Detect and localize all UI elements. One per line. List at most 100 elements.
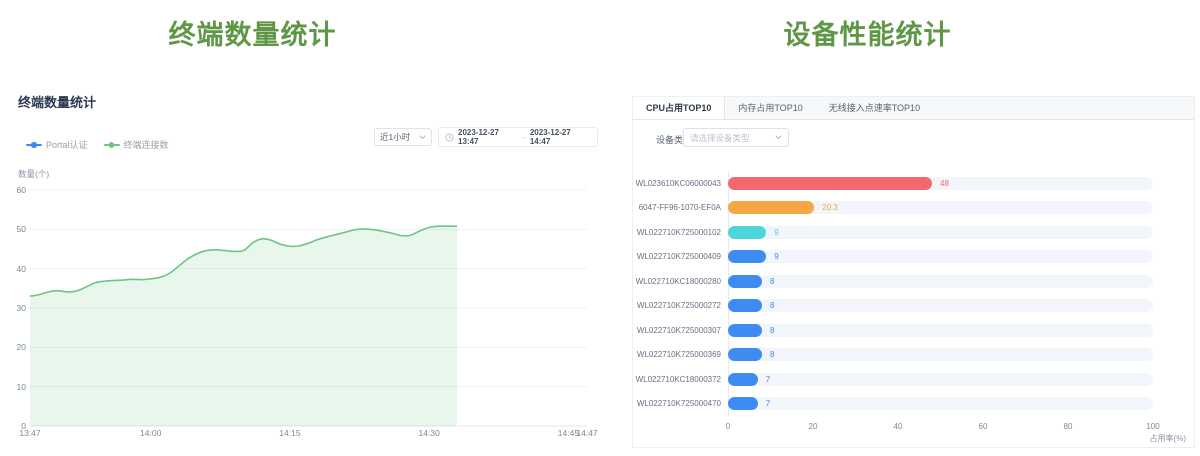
device-name: WL022710K725000409 <box>633 252 721 261</box>
bar <box>728 201 814 214</box>
x-axis-tick: 20 <box>809 422 818 431</box>
bar-row: WL022710K725000470 7 <box>633 392 1194 417</box>
line-chart-legend: Portal认证 终端连接数 <box>26 138 169 151</box>
device-name: WL022710KC18000372 <box>633 375 721 384</box>
legend-item[interactable]: 终端连接数 <box>104 138 169 151</box>
device-name: WL023610KC06000043 <box>633 179 721 188</box>
bar-chart-x-ticks: 020406080100 <box>728 422 1153 432</box>
device-name: WL022710K725000470 <box>633 399 721 408</box>
device-performance-card: CPU占用TOP10 内存占用TOP10 无线接入点速率TOP10 设备类型 请… <box>632 96 1195 448</box>
chevron-down-icon <box>775 135 782 140</box>
x-axis-tick: 14:47 <box>576 428 597 438</box>
legend-label: Portal认证 <box>46 138 88 151</box>
y-axis-tick: 20 <box>0 342 26 352</box>
bar-value-label: 7 <box>766 375 770 384</box>
dashboard: 终端数量统计 终端数量统计 Portal认证 终端连接数 近1小时 2023-12… <box>0 0 1200 456</box>
x-axis-tick: 13:47 <box>19 428 40 438</box>
area-fill <box>30 226 457 426</box>
bar <box>728 373 758 386</box>
time-range-value: 近1小时 <box>380 131 410 143</box>
device-name: 6047-FF96-1070-EF0A <box>633 203 721 212</box>
bar <box>728 299 762 312</box>
bar-value-label: 9 <box>774 228 778 237</box>
legend-marker-icon <box>104 142 120 147</box>
y-axis-tick: 10 <box>0 382 26 392</box>
date-range-separator: - <box>523 133 526 142</box>
x-axis-tick: 0 <box>726 422 730 431</box>
tab-cpu-top10[interactable]: CPU占用TOP10 <box>633 97 725 119</box>
bar-row: WL022710K725000272 8 <box>633 294 1194 319</box>
bar-row: WL022710K725000369 8 <box>633 343 1194 368</box>
x-axis-tick: 100 <box>1146 422 1159 431</box>
cpu-usage-bar-chart: WL023610KC06000043 48 6047-FF96-1070-EF0A 2… <box>633 171 1194 416</box>
date-range-picker[interactable]: 2023-12-27 13:47 - 2023-12-27 14:47 <box>438 127 598 147</box>
bar-row: WL022710K725000409 9 <box>633 245 1194 270</box>
bar <box>728 250 766 263</box>
legend-label: 终端连接数 <box>124 138 169 151</box>
x-axis-tick: 60 <box>979 422 988 431</box>
bar <box>728 324 762 337</box>
device-name: WL022710K725000102 <box>633 228 721 237</box>
bar-track: 8 <box>728 299 1153 312</box>
date-range-end: 2023-12-27 14:47 <box>530 128 591 146</box>
bar-value-label: 8 <box>770 277 774 286</box>
bar-value-label: 7 <box>766 399 770 408</box>
bar-track: 8 <box>728 324 1153 337</box>
x-axis-tick: 80 <box>1064 422 1073 431</box>
bar <box>728 397 758 410</box>
y-axis-title: 数量(个) <box>18 168 49 180</box>
device-type-placeholder: 请选择设备类型 <box>690 132 750 144</box>
bar-track: 8 <box>728 348 1153 361</box>
area-chart-svg <box>30 190 587 428</box>
bar <box>728 275 762 288</box>
device-name: WL022710K725000369 <box>633 350 721 359</box>
bar-row: WL022710KC18000372 7 <box>633 367 1194 392</box>
bar-value-label: 8 <box>770 301 774 310</box>
bar <box>728 226 766 239</box>
bar-track: 9 <box>728 250 1153 263</box>
tab-wireless-ap-rate-top10[interactable]: 无线接入点速率TOP10 <box>816 97 933 119</box>
bar-chart-x-axis-title: 占用率(%) <box>1150 433 1186 444</box>
bar-track: 9 <box>728 226 1153 239</box>
y-axis-tick: 30 <box>0 303 26 313</box>
y-axis-tick: 50 <box>0 224 26 234</box>
performance-tabbar: CPU占用TOP10 内存占用TOP10 无线接入点速率TOP10 <box>633 97 1194 120</box>
bar-row: 6047-FF96-1070-EF0A 20.3 <box>633 196 1194 221</box>
legend-item[interactable]: Portal认证 <box>26 138 88 151</box>
bar <box>728 348 762 361</box>
device-performance-big-title: 设备性能统计 <box>640 13 1095 52</box>
legend-marker-icon <box>26 142 42 147</box>
device-name: WL022710KC18000280 <box>633 277 721 286</box>
bar-row: WL022710K7250003078 <box>633 318 1194 343</box>
bar-track: 20.3 <box>728 201 1153 214</box>
bar-track: 7 <box>728 373 1153 386</box>
bar-value-label: 9 <box>774 252 778 261</box>
bar-track: 7 <box>728 397 1153 410</box>
bar-value-label: 8 <box>770 350 774 359</box>
terminal-count-panel-title: 终端数量统计 <box>18 92 96 111</box>
clock-icon <box>445 133 454 142</box>
bar-row: WL023610KC06000043 48 <box>633 171 1194 196</box>
bar-value-label: 48 <box>940 179 949 188</box>
x-axis-tick: 14:15 <box>279 428 300 438</box>
bar-value-label: 8 <box>770 326 774 335</box>
bar-track: 48 <box>728 177 1153 190</box>
tab-memory-top10[interactable]: 内存占用TOP10 <box>725 97 815 119</box>
y-axis-tick: 60 <box>0 185 26 195</box>
x-axis-tick: 14:00 <box>140 428 161 438</box>
device-name: WL022710K725000272 <box>633 301 721 310</box>
time-range-select[interactable]: 近1小时 <box>374 128 432 146</box>
x-axis-tick: 14:30 <box>419 428 440 438</box>
y-axis-tick: 40 <box>0 264 26 274</box>
x-axis-tick: 40 <box>894 422 903 431</box>
bar <box>728 177 932 190</box>
device-type-select[interactable]: 请选择设备类型 <box>683 128 789 147</box>
bar-row: WL022710K725000102 9 <box>633 220 1194 245</box>
terminal-count-big-title: 终端数量统计 <box>20 13 485 52</box>
bar-track: 8 <box>728 275 1153 288</box>
chevron-down-icon <box>419 135 426 140</box>
date-range-start: 2023-12-27 13:47 <box>458 128 519 146</box>
terminal-count-area-chart: 010203040506013:4714:0014:1514:3014:4514… <box>0 188 600 456</box>
bar-value-label: 20.3 <box>822 203 838 212</box>
bar-row: WL022710KC18000280 8 <box>633 269 1194 294</box>
